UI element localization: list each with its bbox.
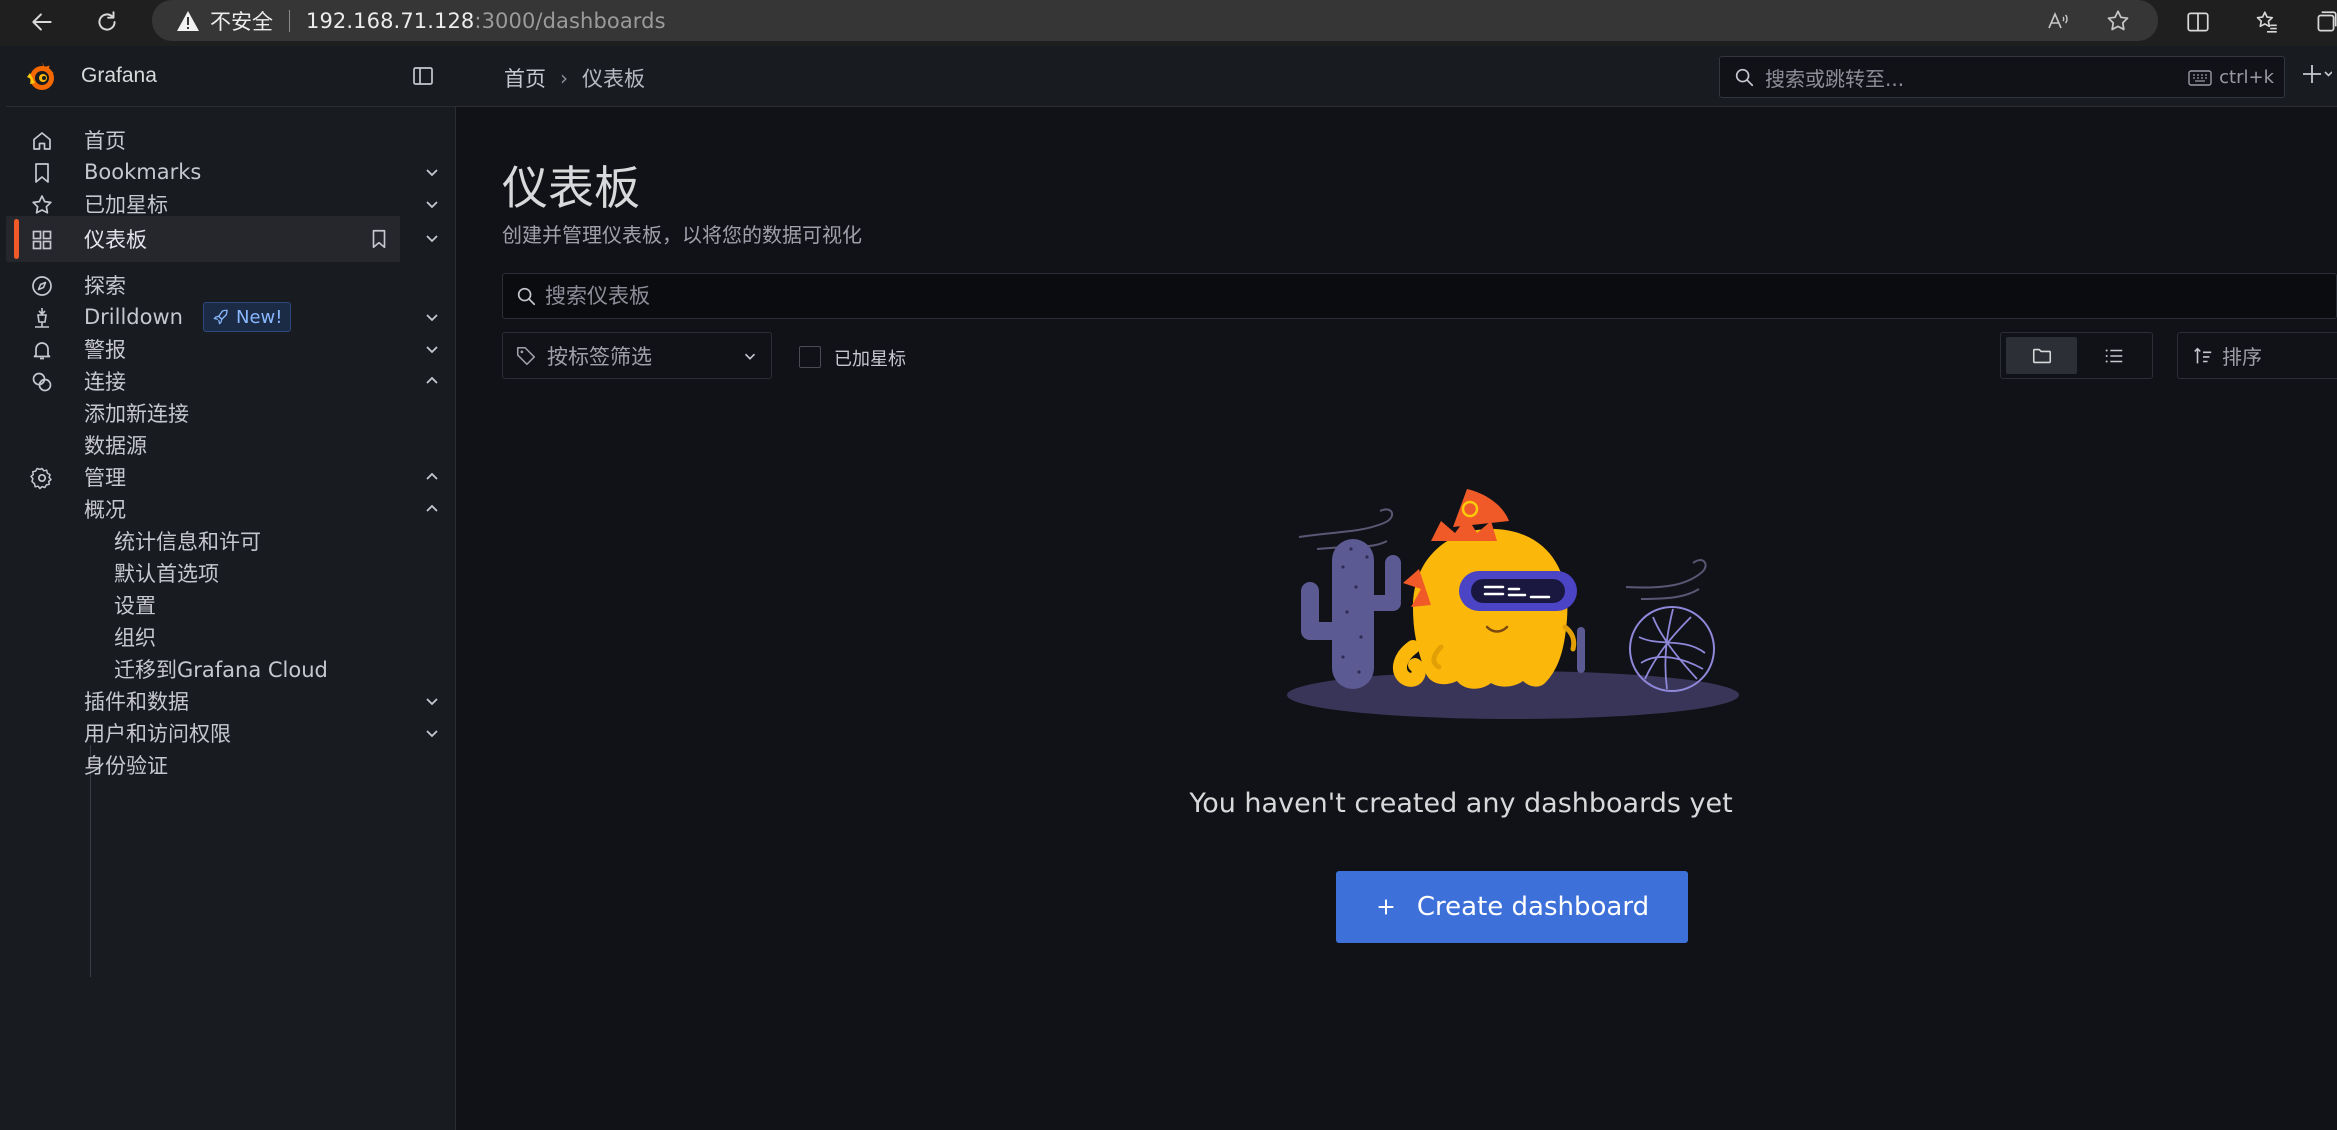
chevron-up-icon[interactable] [422, 499, 442, 519]
dock-sidebar-icon [413, 67, 433, 85]
chevron-up-icon[interactable] [422, 467, 442, 487]
chevron-down-icon[interactable] [422, 162, 442, 182]
collections-icon [2317, 11, 2337, 32]
chevron-down-icon[interactable] [422, 723, 442, 743]
tag-filter-select[interactable]: 按标签筛选 [502, 332, 772, 379]
breadcrumb-separator: › [560, 66, 568, 90]
shortcut-text: ctrl+k [2219, 67, 2274, 88]
sort-icon [2194, 347, 2212, 363]
page-subtitle: 创建并管理仪表板，以将您的数据可视化 [502, 223, 862, 247]
sidebar-item-label: 身份验证 [84, 754, 168, 778]
sort-select[interactable]: 排序 [2177, 332, 2337, 379]
top-search-placeholder: 搜索或跳转至... [1765, 66, 1905, 91]
star-icon [2107, 10, 2129, 31]
sidebar-item-dashboards[interactable]: 仪表板 [6, 216, 400, 262]
chevron-down-icon[interactable] [422, 228, 442, 248]
folder-icon [2032, 348, 2051, 363]
dashboard-search-field[interactable] [502, 273, 2337, 319]
list-view-button[interactable] [2080, 337, 2148, 374]
folder-view-button[interactable] [2006, 337, 2077, 374]
chevron-down-icon[interactable] [422, 691, 442, 711]
sidebar-item-label: 仪表板 [84, 228, 147, 252]
bookmark-toggle-icon[interactable] [368, 228, 390, 250]
favorites-button[interactable] [2249, 4, 2285, 40]
create-dashboard-label: Create dashboard [1416, 892, 1650, 922]
warning-icon [177, 10, 199, 31]
apps-icon [32, 230, 52, 250]
tag-icon [516, 346, 536, 365]
favorite-button[interactable] [2103, 6, 2133, 36]
view-mode-toggle [2000, 332, 2153, 379]
sidebar-item-authentication[interactable]: 身份验证 [6, 742, 400, 788]
top-search-input[interactable]: 搜索或跳转至... ctrl+k [1719, 56, 2285, 98]
empty-state-message: You haven't created any dashboards yet [1189, 788, 1733, 819]
starred-filter-label[interactable]: 已加星标 [834, 345, 906, 371]
read-aloud-icon [2048, 11, 2068, 29]
url-path: :3000/dashboards [474, 8, 666, 33]
main-content: 仪表板 创建并管理仪表板，以将您的数据可视化 按标签筛选 已加星标 排序 [456, 107, 2337, 1130]
reload-icon [98, 11, 116, 31]
keyboard-icon [2188, 69, 2212, 86]
starred-filter-checkbox[interactable] [799, 346, 821, 368]
search-icon [1735, 68, 1754, 87]
star-icon [32, 195, 52, 214]
sort-placeholder: 排序 [2222, 345, 2262, 369]
split-screen-icon [2187, 12, 2209, 32]
keyboard-shortcut-hint: ctrl+k [2188, 67, 2274, 88]
reload-button[interactable] [89, 4, 125, 40]
list-icon [2105, 348, 2123, 363]
tag-filter-placeholder: 按标签筛选 [547, 344, 652, 369]
arrow-left-icon [32, 13, 52, 31]
empty-state-illustration [1287, 489, 1739, 719]
favorites-list-icon [2256, 11, 2277, 33]
browser-toolbar: 不安全 192.168.71.128:3000/dashboards [0, 0, 2337, 46]
plus-icon [2303, 65, 2332, 83]
split-screen-button[interactable] [2180, 4, 2216, 40]
breadcrumb: 首页 › 仪表板 [504, 63, 645, 93]
create-dashboard-button[interactable]: Create dashboard [1336, 871, 1688, 943]
breadcrumb-current: 仪表板 [582, 67, 645, 91]
plus-icon [1378, 899, 1394, 915]
search-icon [517, 287, 536, 306]
grafana-app: Grafana 首页 › 仪表板 搜索或跳转至... ctrl+k 首页 Boo… [6, 46, 2337, 1130]
dashboard-search-input[interactable] [545, 284, 1445, 308]
sidebar-mega-menu: 首页 Bookmarks 已加星标 仪表板 探索 Drilldown New! … [6, 107, 456, 1130]
page-title: 仪表板 [502, 161, 640, 215]
top-navbar: Grafana 首页 › 仪表板 搜索或跳转至... ctrl+k [6, 46, 2337, 107]
url-text: 192.168.71.128:3000/dashboards [306, 9, 666, 33]
chevron-up-icon[interactable] [422, 371, 442, 391]
chevron-down-icon [744, 353, 756, 360]
breadcrumb-home[interactable]: 首页 [504, 63, 546, 93]
new-badge-text: New! [236, 306, 283, 328]
chevron-down-icon[interactable] [422, 194, 442, 214]
sidebar-item-label: 已加星标 [84, 193, 168, 217]
collections-button[interactable] [2308, 4, 2337, 40]
address-separator [289, 9, 290, 32]
chevron-down-icon[interactable] [422, 307, 442, 327]
new-menu-button[interactable] [2302, 61, 2332, 87]
chevron-down-icon[interactable] [422, 339, 442, 359]
url-host: 192.168.71.128 [306, 8, 475, 33]
rocket-icon [213, 309, 228, 325]
dock-menu-button[interactable] [411, 64, 435, 88]
security-status-text: 不安全 [210, 9, 273, 34]
app-name[interactable]: Grafana [81, 64, 157, 88]
grafana-logo-icon[interactable] [25, 60, 59, 94]
read-aloud-button[interactable] [2043, 6, 2073, 36]
back-button[interactable] [24, 4, 60, 40]
address-bar[interactable]: 不安全 192.168.71.128:3000/dashboards [152, 0, 2158, 41]
